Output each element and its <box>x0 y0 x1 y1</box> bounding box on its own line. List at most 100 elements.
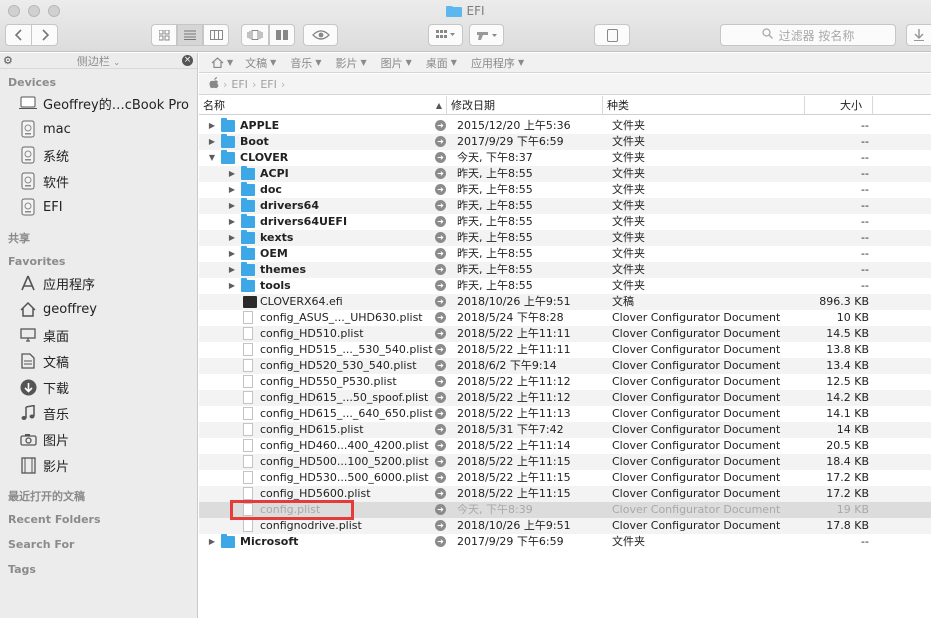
disclosure-closed-icon[interactable]: ▶ <box>227 166 237 182</box>
go-arrow-icon[interactable]: ➜ <box>435 328 446 339</box>
close-sidebar-icon[interactable]: × <box>182 55 193 66</box>
column-header-size[interactable]: 大小 <box>805 96 873 115</box>
sidebar-item-favorite[interactable]: 图片 <box>18 428 196 450</box>
disclosure-closed-icon[interactable]: ▶ <box>207 534 217 550</box>
path-item-efi-volume[interactable]: EFI <box>231 78 248 91</box>
go-arrow-icon[interactable]: ➜ <box>435 296 446 307</box>
go-arrow-icon[interactable]: ➜ <box>435 152 446 163</box>
favorites-bar-item[interactable]: 影片 ▼ <box>335 55 366 71</box>
disclosure-closed-icon[interactable]: ▶ <box>227 246 237 262</box>
sidebar-item-device[interactable]: 系统 <box>18 144 196 166</box>
go-arrow-icon[interactable]: ➜ <box>435 248 446 259</box>
file-row[interactable]: ▶ kexts ➜ 昨天, 上午8:55 文件夹 -- <box>199 230 931 246</box>
column-view-button[interactable] <box>203 24 229 46</box>
disclosure-closed-icon[interactable]: ▶ <box>227 278 237 294</box>
file-row[interactable]: ▶ APPLE ➜ 2015/12/20 上午5:36 文件夹 -- <box>199 118 931 134</box>
file-row[interactable]: config_HD500...100_5200.plist ➜ 2018/5/2… <box>199 454 931 470</box>
file-row[interactable]: ▶ OEM ➜ 昨天, 上午8:55 文件夹 -- <box>199 246 931 262</box>
search-input[interactable]: 过滤器 按名称 <box>720 24 896 46</box>
disclosure-closed-icon[interactable]: ▶ <box>227 214 237 230</box>
sidebar-item-favorite[interactable]: 下载 <box>18 376 196 398</box>
file-row[interactable]: config_HD550_P530.plist ➜ 2018/5/22 上午11… <box>199 374 931 390</box>
file-row[interactable]: ▶ tools ➜ 昨天, 上午8:55 文件夹 -- <box>199 278 931 294</box>
go-arrow-icon[interactable]: ➜ <box>435 392 446 403</box>
go-arrow-icon[interactable]: ➜ <box>435 184 446 195</box>
column-header-name[interactable]: 名称 ▲ <box>199 96 447 115</box>
share-button[interactable] <box>594 24 630 46</box>
go-arrow-icon[interactable]: ➜ <box>435 488 446 499</box>
sidebar-item-device[interactable]: Geoffrey的…cBook Pro <box>18 92 196 114</box>
sidebar-item-favorite[interactable]: 桌面 <box>18 324 196 346</box>
go-arrow-icon[interactable]: ➜ <box>435 120 446 131</box>
sidebar-item-favorite[interactable]: 音乐 <box>18 402 196 424</box>
go-arrow-icon[interactable]: ➜ <box>435 312 446 323</box>
favorites-bar-item[interactable]: 音乐 ▼ <box>290 55 321 71</box>
disclosure-closed-icon[interactable]: ▶ <box>207 118 217 134</box>
action-button[interactable] <box>469 24 504 46</box>
file-row[interactable]: config_HD515_..._530_540.plist ➜ 2018/5/… <box>199 342 931 358</box>
go-arrow-icon[interactable]: ➜ <box>435 440 446 451</box>
file-row[interactable]: CLOVERX64.efi ➜ 2018/10/26 上午9:51 文稿 896… <box>199 294 931 310</box>
file-row[interactable]: config_HD615_..._640_650.plist ➜ 2018/5/… <box>199 406 931 422</box>
go-arrow-icon[interactable]: ➜ <box>435 360 446 371</box>
go-arrow-icon[interactable]: ➜ <box>435 232 446 243</box>
quick-look-button[interactable] <box>303 24 338 46</box>
file-row[interactable]: config_HD520_530_540.plist ➜ 2018/6/2 下午… <box>199 358 931 374</box>
list-view-button[interactable] <box>177 24 203 46</box>
column-header-date[interactable]: 修改日期 <box>447 96 603 115</box>
disclosure-closed-icon[interactable]: ▶ <box>227 230 237 246</box>
back-button[interactable] <box>5 24 32 46</box>
gallery-view-button[interactable] <box>269 24 295 46</box>
file-row[interactable]: ▶ Boot ➜ 2017/9/29 下午6:59 文件夹 -- <box>199 134 931 150</box>
column-header-kind[interactable]: 种类 <box>603 96 805 115</box>
file-row[interactable]: config_HD510.plist ➜ 2018/5/22 上午11:11 C… <box>199 326 931 342</box>
icon-view-button[interactable] <box>151 24 177 46</box>
disclosure-closed-icon[interactable]: ▶ <box>227 182 237 198</box>
file-row[interactable]: config_HD460...400_4200.plist ➜ 2018/5/2… <box>199 438 931 454</box>
disclosure-open-icon[interactable]: ▼ <box>207 150 217 166</box>
go-arrow-icon[interactable]: ➜ <box>435 424 446 435</box>
go-arrow-icon[interactable]: ➜ <box>435 280 446 291</box>
disclosure-closed-icon[interactable]: ▶ <box>227 262 237 278</box>
gear-icon[interactable]: ⚙ <box>3 54 13 67</box>
sidebar-item-device[interactable]: mac <box>18 118 196 140</box>
home-tag-button[interactable]: ▼ <box>211 57 233 68</box>
file-row[interactable]: confignodrive.plist ➜ 2018/10/26 上午9:51 … <box>199 518 931 534</box>
go-arrow-icon[interactable]: ➜ <box>435 168 446 179</box>
sidebar-item-favorite[interactable]: geoffrey <box>18 298 196 320</box>
go-arrow-icon[interactable]: ➜ <box>435 408 446 419</box>
file-row[interactable]: ▶ themes ➜ 昨天, 上午8:55 文件夹 -- <box>199 262 931 278</box>
go-arrow-icon[interactable]: ➜ <box>435 200 446 211</box>
download-button[interactable] <box>906 24 931 46</box>
file-row[interactable]: config_HD615.plist ➜ 2018/5/31 下午7:42 Cl… <box>199 422 931 438</box>
file-row[interactable]: config_ASUS_..._UHD630.plist ➜ 2018/5/24… <box>199 310 931 326</box>
disclosure-closed-icon[interactable]: ▶ <box>207 134 217 150</box>
go-arrow-icon[interactable]: ➜ <box>435 520 446 531</box>
favorites-bar-item[interactable]: 桌面 ▼ <box>426 55 457 71</box>
cover-flow-button[interactable] <box>241 24 269 46</box>
disclosure-closed-icon[interactable]: ▶ <box>227 198 237 214</box>
favorites-bar-item[interactable]: 应用程序 ▼ <box>471 55 524 71</box>
go-arrow-icon[interactable]: ➜ <box>435 472 446 483</box>
file-row[interactable]: config_HD615_...50_spoof.plist ➜ 2018/5/… <box>199 390 931 406</box>
file-row[interactable]: ▶ drivers64 ➜ 昨天, 上午8:55 文件夹 -- <box>199 198 931 214</box>
sidebar-item-favorite[interactable]: 应用程序 <box>18 272 196 294</box>
go-arrow-icon[interactable]: ➜ <box>435 264 446 275</box>
file-row[interactable]: ▶ doc ➜ 昨天, 上午8:55 文件夹 -- <box>199 182 931 198</box>
file-row[interactable]: ▼ CLOVER ➜ 今天, 下午8:37 文件夹 -- <box>199 150 931 166</box>
sidebar-item-favorite[interactable]: 文稿 <box>18 350 196 372</box>
file-row[interactable]: config_HD530...500_6000.plist ➜ 2018/5/2… <box>199 470 931 486</box>
go-arrow-icon[interactable]: ➜ <box>435 504 446 515</box>
file-row[interactable]: ▶ Microsoft ➜ 2017/9/29 下午6:59 文件夹 -- <box>199 534 931 550</box>
sidebar-item-favorite[interactable]: 影片 <box>18 454 196 476</box>
go-arrow-icon[interactable]: ➜ <box>435 456 446 467</box>
sidebar-item-device[interactable]: 软件 <box>18 170 196 192</box>
go-arrow-icon[interactable]: ➜ <box>435 376 446 387</box>
path-item-efi-folder[interactable]: EFI <box>260 78 277 91</box>
file-row[interactable]: ▶ drivers64UEFI ➜ 昨天, 上午8:55 文件夹 -- <box>199 214 931 230</box>
go-arrow-icon[interactable]: ➜ <box>435 344 446 355</box>
go-arrow-icon[interactable]: ➜ <box>435 136 446 147</box>
favorites-bar-item[interactable]: 文稿 ▼ <box>245 55 276 71</box>
file-row[interactable]: ▶ ACPI ➜ 昨天, 上午8:55 文件夹 -- <box>199 166 931 182</box>
arrange-button[interactable] <box>428 24 463 46</box>
